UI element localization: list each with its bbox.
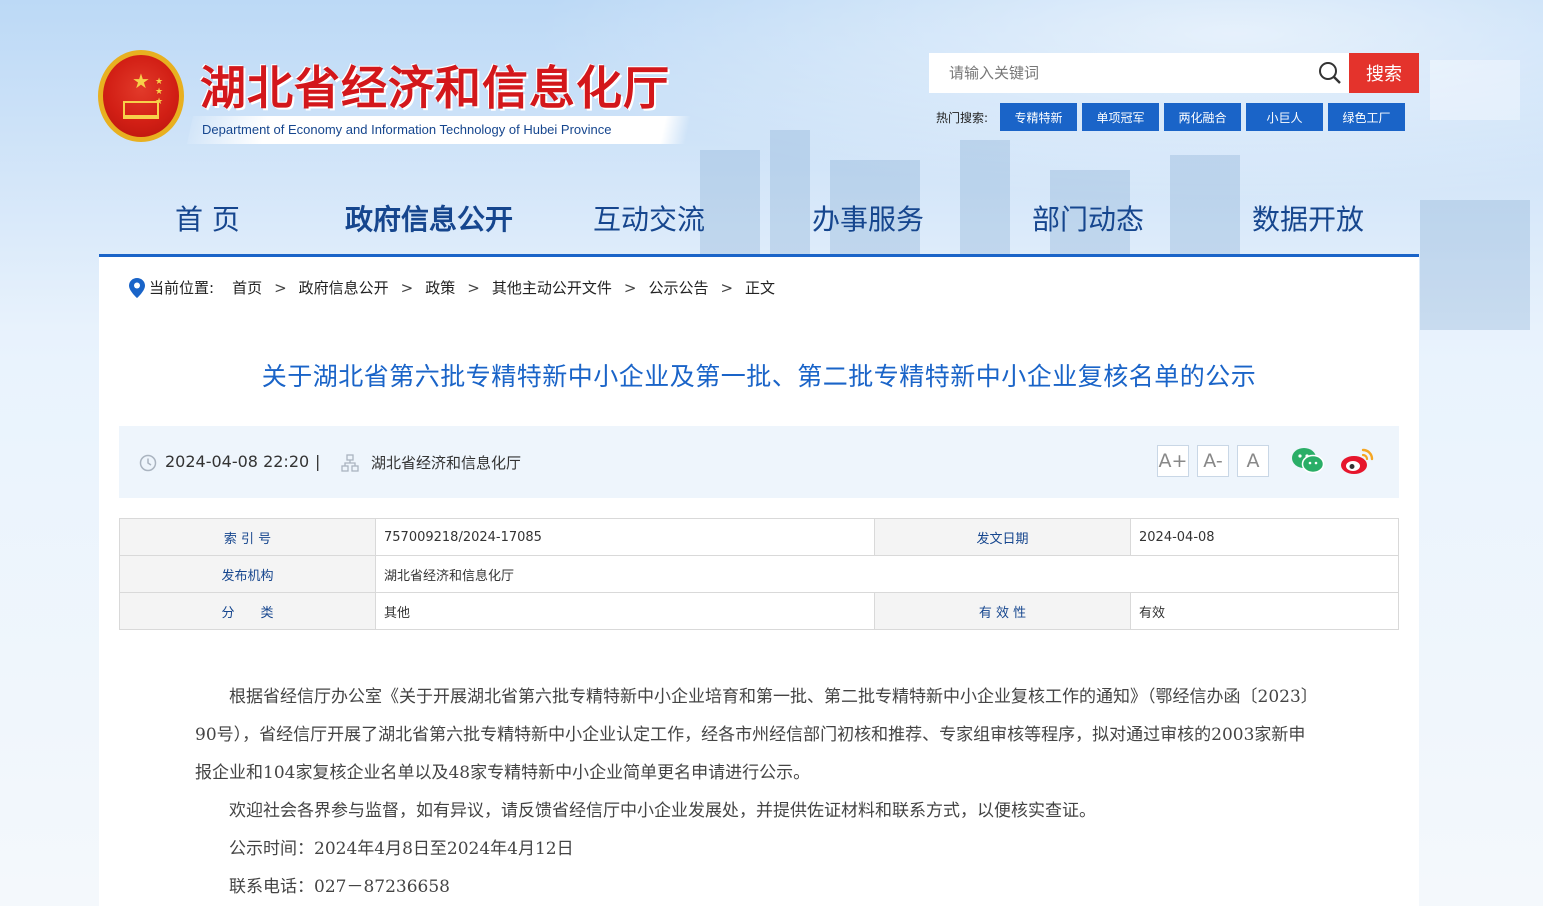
breadcrumb-home[interactable]: 首页 [232, 277, 262, 298]
publisher-label: 发布机构 [119, 555, 376, 593]
hot-tag-danxiangguanjun[interactable]: 单项冠军 [1082, 103, 1159, 131]
validity-value: 有效 [1130, 592, 1399, 630]
star-icon: ★ [132, 69, 150, 93]
breadcrumb-gov-info[interactable]: 政府信息公开 [299, 277, 389, 298]
breadcrumb-separator: > [720, 278, 734, 297]
meta-divider: | [315, 452, 321, 471]
category-value: 其他 [375, 592, 875, 630]
table-row: 索 引 号 757009218/2024-17085 发文日期 2024-04-… [119, 518, 1399, 556]
article-body: 根据省经信厅办公室《关于开展湖北省第六批专精特新中小企业培育和第一批、第二批专精… [195, 678, 1319, 906]
breadcrumb-policy[interactable]: 政策 [425, 277, 455, 298]
gate-icon [123, 101, 159, 119]
main-nav: 首 页 政府信息公开 互动交流 办事服务 部门动态 数据开放 [99, 190, 1419, 254]
publisher-value: 湖北省经济和信息化厅 [375, 555, 1399, 593]
breadcrumb-separator: > [400, 278, 414, 297]
hot-tag-xiaojuren[interactable]: 小巨人 [1246, 103, 1323, 131]
validity-label: 有 效 性 [874, 592, 1131, 630]
article-datetime: 2024-04-08 22:20 [165, 452, 310, 471]
article-meta-bar: 2024-04-08 22:20 | 湖北省经济和信息化厅 A+ A- A [119, 426, 1399, 498]
hot-search-label: 热门搜索: [936, 111, 989, 125]
national-emblem-logo: ★ ★ ★ ★ [98, 50, 184, 142]
wechat-icon[interactable] [1291, 446, 1325, 476]
breadcrumb-separator: > [467, 278, 480, 297]
index-number-label: 索 引 号 [119, 518, 376, 556]
nav-item-open-data[interactable]: 数据开放 [1252, 198, 1364, 238]
weibo-icon[interactable] [1339, 446, 1375, 476]
search-box [929, 53, 1349, 93]
breadcrumb-separator: > [274, 278, 287, 297]
breadcrumb-announcements[interactable]: 公示公告 [648, 277, 708, 298]
article-source: 湖北省经济和信息化厅 [371, 454, 522, 472]
location-pin-icon [129, 277, 145, 298]
nav-item-home[interactable]: 首 页 [175, 198, 240, 238]
hot-tag-zhuanjingtexin[interactable]: 专精特新 [1000, 103, 1077, 131]
font-size-increase-button[interactable]: A+ [1157, 445, 1189, 477]
breadcrumb-separator: > [623, 278, 637, 297]
info-table: 索 引 号 757009218/2024-17085 发文日期 2024-04-… [119, 518, 1399, 630]
category-label: 分 类 [119, 592, 376, 630]
nav-item-interaction[interactable]: 互动交流 [593, 198, 705, 238]
site-subtitle-banner: Department of Economy and Information Te… [187, 116, 691, 144]
body-paragraph-3: 公示时间：2024年4月8日至2024年4月12日 [229, 839, 574, 859]
issue-date-label: 发文日期 [874, 518, 1131, 556]
search-icon[interactable] [1311, 54, 1349, 92]
nav-item-dept-news[interactable]: 部门动态 [1032, 198, 1144, 238]
font-size-default-button[interactable]: A [1237, 445, 1269, 477]
article-title: 关于湖北省第六批专精特新中小企业及第一批、第二批专精特新中小企业复核名单的公示 [261, 362, 1257, 391]
hot-tag-lianghuarонghe[interactable]: 两化融合 [1164, 103, 1241, 131]
hot-search-tags: 专精特新 单项冠军 两化融合 小巨人 绿色工厂 [1000, 103, 1405, 131]
issue-date-value: 2024-04-08 [1130, 518, 1399, 556]
breadcrumb-other-files[interactable]: 其他主动公开文件 [492, 277, 612, 298]
organization-icon [341, 454, 359, 472]
nav-item-services[interactable]: 办事服务 [812, 198, 924, 238]
breadcrumb: 当前位置: 首页 > 政府信息公开 > 政策 > 其他主动公开文件 > 公示公告… [129, 277, 775, 298]
font-size-decrease-button[interactable]: A- [1197, 445, 1229, 477]
content-panel: 当前位置: 首页 > 政府信息公开 > 政策 > 其他主动公开文件 > 公示公告… [99, 257, 1419, 906]
breadcrumb-current: 正文 [745, 279, 776, 297]
search-button[interactable]: 搜索 [1349, 53, 1419, 93]
table-row: 发布机构 湖北省经济和信息化厅 [119, 555, 1399, 593]
table-row: 分 类 其他 有 效 性 有效 [119, 592, 1399, 630]
body-paragraph-1: 根据省经信厅办公室《关于开展湖北省第六批专精特新中小企业培育和第一批、第二批专精… [195, 687, 1318, 783]
nav-item-gov-info[interactable]: 政府信息公开 [345, 198, 513, 238]
search-input[interactable] [929, 54, 1311, 92]
site-title: 湖北省经济和信息化厅 [200, 61, 670, 115]
hot-tag-lvsegongchang[interactable]: 绿色工厂 [1328, 103, 1405, 131]
breadcrumb-label: 当前位置: [149, 279, 215, 297]
clock-icon [139, 454, 157, 472]
index-number-value: 757009218/2024-17085 [375, 518, 875, 556]
body-paragraph-2: 欢迎社会各界参与监督，如有异议，请反馈省经信厅中小企业发展处，并提供佐证材料和联… [229, 801, 1096, 821]
site-subtitle: Department of Economy and Information Te… [202, 122, 612, 137]
body-paragraph-4: 联系电话：027－87236658 [229, 877, 450, 897]
